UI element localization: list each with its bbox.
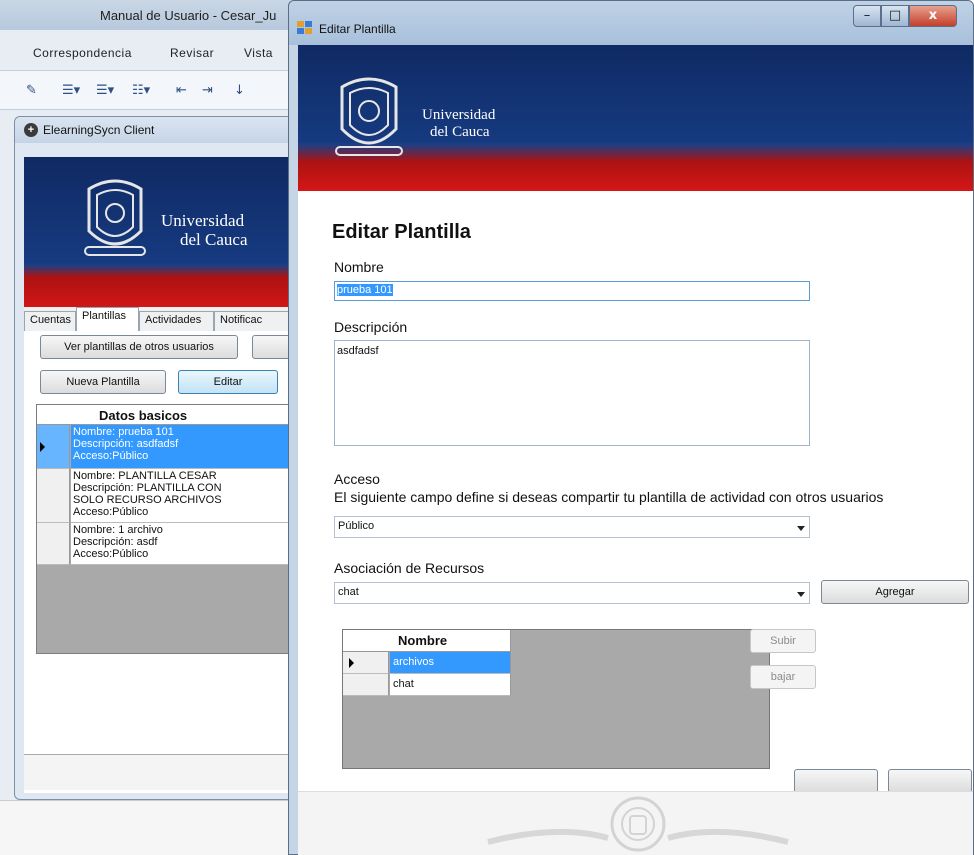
- table-row[interactable]: Nombre: 1 archivo Descripción: asdf Acce…: [71, 523, 293, 565]
- recursos-value: chat: [338, 586, 359, 598]
- university-name: Universidad del Cauca: [422, 107, 495, 140]
- tab-cuentas[interactable]: Cuentas: [24, 311, 76, 331]
- elearning-client-window: + ElearningSycn Client Universidad del C…: [14, 116, 294, 800]
- hidden-button[interactable]: [252, 335, 292, 359]
- row-line: Acceso:Público: [73, 506, 149, 518]
- client-title-bar: + ElearningSycn Client: [15, 117, 293, 143]
- descripcion-value: asdfadsf: [337, 345, 379, 357]
- row-line: Descripción: asdfadsf: [73, 438, 179, 450]
- app-plus-icon: +: [24, 123, 38, 137]
- app-window-icon: [297, 21, 312, 34]
- university-banner: Universidad del Cauca: [298, 45, 973, 191]
- word-document-area: [0, 800, 300, 855]
- row-header[interactable]: [37, 469, 70, 523]
- row-header-selected[interactable]: [37, 425, 70, 469]
- recursos-grid[interactable]: Nombre archivos chat: [342, 629, 770, 769]
- row-line: Acceso:Público: [73, 548, 149, 560]
- acceso-label: Acceso: [334, 471, 380, 487]
- client-title: ElearningSycn Client: [43, 123, 155, 137]
- tab-actividades[interactable]: Actividades: [139, 311, 214, 331]
- chevron-down-icon: [797, 526, 805, 531]
- nombre-value: prueba 101: [337, 284, 393, 296]
- spellcheck-icon[interactable]: ✎: [26, 83, 37, 98]
- decrease-indent-icon[interactable]: ⇤: [176, 83, 187, 98]
- grid-header: Nombre: [343, 630, 511, 652]
- nueva-plantilla-button[interactable]: Nueva Plantilla: [40, 370, 166, 394]
- row-header-selected[interactable]: [343, 652, 389, 674]
- ver-plantillas-otros-button[interactable]: Ver plantillas de otros usuarios: [40, 335, 238, 359]
- dialog-title-bar: Editar Plantilla – □ x: [289, 1, 973, 45]
- descripcion-label: Descripción: [334, 319, 408, 335]
- table-row[interactable]: Nombre: prueba 101 Descripción: asdfadsf…: [71, 425, 293, 469]
- plantillas-grid[interactable]: Datos basicos Nombre: prueba 101 Descrip…: [36, 404, 293, 654]
- ribbon-tab-revisar[interactable]: Revisar: [170, 46, 214, 60]
- row-line: SOLO RECURSO ARCHIVOS: [73, 494, 222, 506]
- nombre-input[interactable]: prueba 101: [334, 281, 810, 301]
- row-line: Nombre: 1 archivo: [73, 524, 163, 536]
- row-header[interactable]: [37, 523, 70, 565]
- university-crest-icon: [335, 77, 403, 156]
- maximize-button[interactable]: □: [881, 5, 909, 27]
- client-body: Universidad del Cauca Cuentas Plantillas…: [24, 157, 293, 793]
- acceso-value: Público: [338, 520, 375, 532]
- ribbon-tab-vista[interactable]: Vista: [244, 46, 273, 60]
- increase-indent-icon[interactable]: ⇥: [202, 83, 213, 98]
- word-ribbon-tabs: Correspondencia Revisar Vista: [0, 36, 300, 66]
- subir-button[interactable]: Subir: [750, 629, 816, 653]
- acceso-select[interactable]: Público: [334, 516, 810, 538]
- university-crest-icon: [84, 179, 146, 256]
- table-row[interactable]: Nombre: PLANTILLA CESAR Descripción: PLA…: [71, 469, 293, 523]
- acceso-help-text: El siguiente campo define si deseas comp…: [334, 489, 884, 505]
- word-title-bar: Manual de Usuario - Cesar_Ju: [0, 0, 300, 30]
- recursos-select[interactable]: chat: [334, 582, 810, 604]
- chevron-down-icon: [797, 592, 805, 597]
- row-line: Acceso:Público: [73, 450, 149, 462]
- row-header[interactable]: [343, 674, 389, 696]
- dialog-title: Editar Plantilla: [319, 22, 396, 36]
- minimize-button[interactable]: –: [853, 5, 881, 27]
- editar-plantilla-dialog: Editar Plantilla – □ x Universidad del C…: [288, 0, 974, 855]
- bullet-list-icon[interactable]: ☰▾: [62, 83, 80, 98]
- university-name-line2: del Cauca: [430, 123, 490, 140]
- ribbon-tab-correspondencia[interactable]: Correspondencia: [33, 46, 132, 60]
- dialog-body: Universidad del Cauca Editar Plantilla N…: [298, 45, 973, 855]
- client-status-area: [24, 754, 292, 790]
- sort-icon[interactable]: ↓: [234, 83, 245, 98]
- registrar-button[interactable]: [888, 769, 972, 793]
- row-line: Descripción: PLANTILLA CON: [73, 482, 222, 494]
- row-line: Descripción: asdf: [73, 536, 158, 548]
- numbered-list-icon[interactable]: ☰▾: [96, 83, 114, 98]
- client-tabs: Cuentas Plantillas Actividades Notificac: [24, 307, 292, 331]
- university-name-line1: Universidad: [161, 211, 245, 230]
- university-banner: Universidad del Cauca: [24, 157, 292, 307]
- word-title: Manual de Usuario - Cesar_Ju: [100, 8, 277, 23]
- page-title: Editar Plantilla: [332, 221, 471, 243]
- agregar-button[interactable]: Agregar: [821, 580, 969, 604]
- multilevel-list-icon[interactable]: ☷▾: [132, 83, 150, 98]
- descripcion-textarea[interactable]: asdfadsf: [334, 340, 810, 446]
- tab-plantillas[interactable]: Plantillas: [76, 307, 139, 331]
- grid-header-label: Datos basicos: [99, 408, 188, 423]
- grid-header: Datos basicos: [37, 405, 293, 425]
- university-name: Universidad del Cauca: [161, 211, 248, 249]
- recursos-label: Asociación de Recursos: [334, 560, 485, 576]
- current-row-arrow-icon: [349, 658, 354, 668]
- university-name-line2: del Cauca: [180, 229, 248, 249]
- row-line: Nombre: PLANTILLA CESAR: [73, 470, 217, 482]
- dialog-footer: [298, 791, 973, 855]
- bajar-button[interactable]: bajar: [750, 665, 816, 689]
- table-row[interactable]: chat: [390, 674, 511, 696]
- cancelar-button[interactable]: [794, 769, 878, 793]
- nombre-label: Nombre: [334, 259, 384, 275]
- word-ribbon: ✎ ☰▾ ☰▾ ☷▾ ⇤ ⇥ ↓: [0, 70, 300, 110]
- close-button[interactable]: x: [909, 5, 957, 27]
- grid-header-label: Nombre: [398, 633, 448, 648]
- table-row[interactable]: archivos: [390, 652, 511, 674]
- row-line: Nombre: prueba 101: [73, 426, 174, 438]
- editar-button[interactable]: Editar: [178, 370, 278, 394]
- footer-crest-watermark-icon: [487, 796, 789, 852]
- university-name-line1: Universidad: [422, 107, 496, 123]
- tab-notificaciones[interactable]: Notificac: [214, 311, 292, 331]
- current-row-arrow-icon: [40, 442, 45, 452]
